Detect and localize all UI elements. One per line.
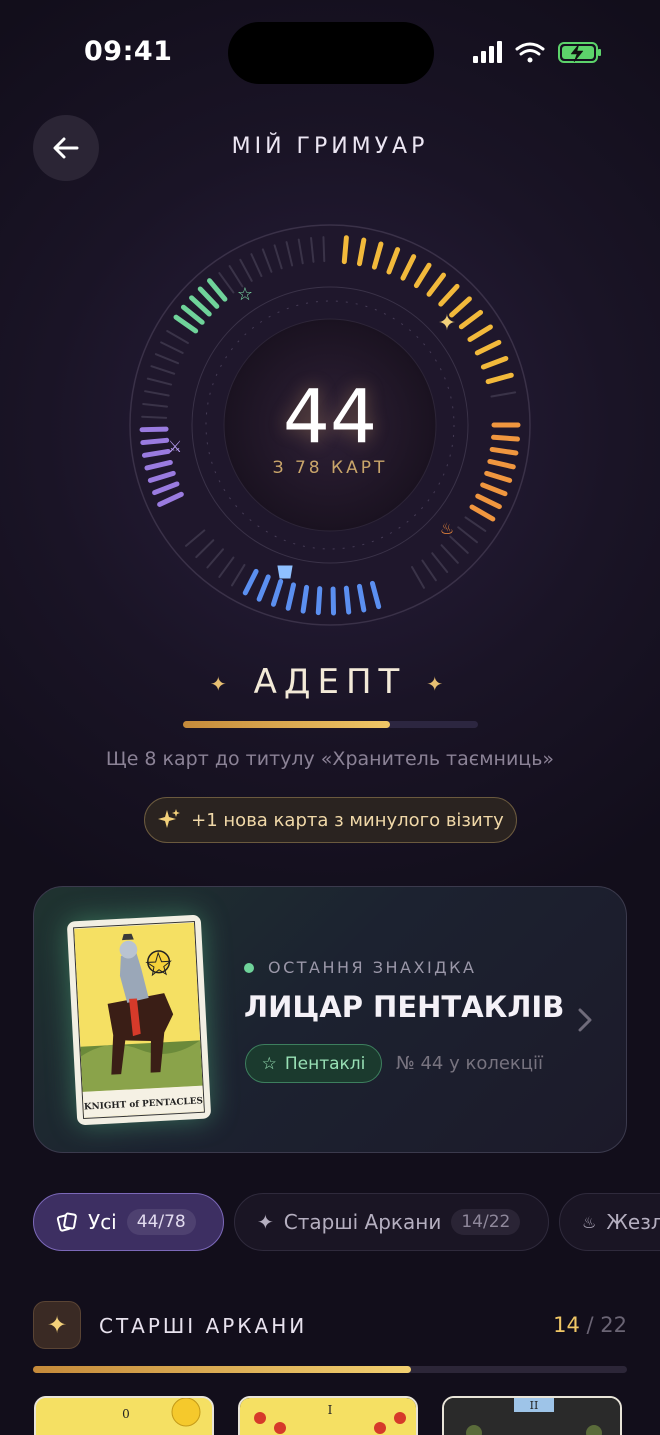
status-dot [244,963,254,973]
ring-tick-owned [489,446,519,456]
cup-suit-icon [277,565,293,579]
last-find-name: ЛИЦАР ПЕНТАКЛІВ [244,990,565,1024]
sparkle-icon: ✦ [426,671,451,696]
flame-suit-icon: ♨ [440,519,454,538]
sparkle-icon: ✦ [257,1210,274,1234]
ring-tick-empty [141,415,168,419]
filter-label: Старші Аркани [283,1210,442,1234]
page-title: МІЙ ГРИМУАР [231,134,429,159]
new-cards-label: +1 нова карта з минулого візиту [191,809,504,831]
rank-label: АДЕПТ [253,662,407,702]
filter-chip-all[interactable]: Усі 44/78 [33,1193,224,1251]
collected-total-label: З 78 КАРТ [272,458,388,478]
card-roman-numeral: II [530,1399,539,1412]
wifi-icon [515,42,545,63]
tarot-card-image: KNIGHT of PENTACLES [66,914,212,1126]
new-cards-pill[interactable]: +1 нова карта з минулого візиту [144,797,517,843]
last-find-kicker: ОСТАННЯ ЗНАХІДКА [268,958,477,977]
ring-tick-owned [315,586,323,616]
status-icons [470,40,602,70]
rank-progress-fill [183,721,390,728]
ring-tick-owned [341,235,349,265]
major-arcana-icon: ✦ [33,1301,81,1349]
cards-icon [56,1212,77,1232]
battery-charging-icon [558,42,601,63]
ring-tick-owned [300,584,310,614]
section-progress-bar [33,1366,627,1373]
flame-icon: ♨ [582,1212,597,1232]
rank-hint: Ще 8 карт до титулу «Хранитель таємниць» [105,748,555,770]
suit-badge[interactable]: ☆ Пентаклі [245,1044,382,1083]
card-thumbnail-high-priestess[interactable]: II [442,1396,622,1435]
status-bar: 09:41 [0,0,660,100]
signal-icon [473,41,502,63]
ring-tick-owned [139,426,169,433]
section-count: 14 / 22 [553,1313,627,1337]
ring-tick-owned [491,434,520,442]
card-thumbnail-magician[interactable]: I [238,1396,418,1435]
filter-badge: 44/78 [126,1209,196,1235]
star-icon: ☆ [261,1053,277,1074]
sparkles-icon [158,809,181,828]
section-total: 22 [600,1313,627,1337]
filter-badge: 14/22 [451,1209,521,1235]
filter-chip-major-arcana[interactable]: ✦ Старші Аркани 14/22 [234,1193,549,1251]
ring-tick-empty [322,236,326,263]
rank-progress-bar [183,721,478,728]
section-title: СТАРШІ АРКАНИ [99,1314,308,1338]
card-roman-numeral: I [328,1403,333,1417]
collected-count: 44 [282,374,378,460]
section-progress-fill [33,1366,411,1373]
card-roman-numeral: 0 [122,1407,130,1421]
ring-tick-owned [140,437,170,446]
filter-label: Усі [88,1210,117,1234]
filter-chips: Усі 44/78 ✦ Старші Аркани 14/22 ♨ Жезли [0,1193,660,1253]
sparkle-suit-icon: ✦ [438,311,456,336]
chevron-right-icon[interactable] [573,1006,597,1034]
card-thumbnail-fool[interactable]: 0 [34,1396,214,1435]
collection-number: № 44 у колекції [396,1053,544,1074]
filter-chip-wands[interactable]: ♨ Жезли [559,1193,660,1251]
section-owned: 14 [553,1313,580,1337]
status-time: 09:41 [84,36,173,67]
sparkle-icon: ✦ [209,671,234,696]
star-suit-icon: ☆ [237,284,253,305]
filter-label: Жезли [606,1210,660,1234]
rank-title: ✦ АДЕПТ ✦ [0,662,660,702]
suit-label: Пентаклі [284,1053,366,1074]
sword-suit-icon: ⚔ [168,437,182,456]
ring-tick-owned [343,585,352,615]
dynamic-island [228,22,434,84]
sun-icon [171,1398,201,1427]
